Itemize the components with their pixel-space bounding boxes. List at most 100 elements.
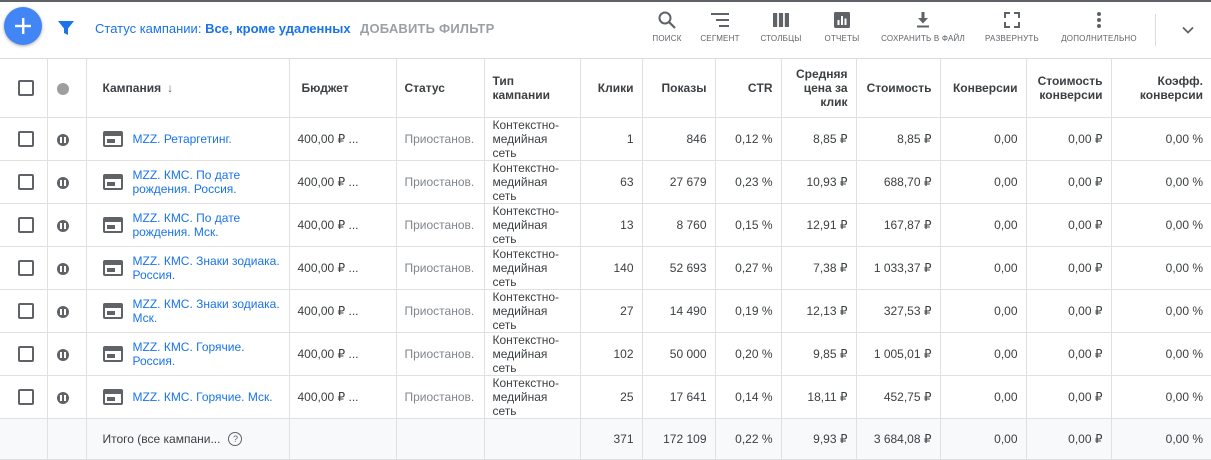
status-cell[interactable]: Приостанов.	[396, 117, 485, 161]
campaign-name-link[interactable]: MZZ. КМС. По дате рождения. Мск.	[133, 211, 281, 239]
campaign-name-link[interactable]: MZZ. КМС. По дате рождения. Россия.	[133, 168, 281, 196]
budget-cell[interactable]: 400,00 ₽ ...	[289, 375, 397, 419]
type-cell: Контекстно-медийная сеть	[484, 203, 581, 247]
select-all-cell	[0, 59, 48, 118]
reports-button-label: ОТЧЕТЫ	[824, 34, 860, 43]
impressions-cell: 846	[642, 117, 716, 161]
total-empty-cell	[289, 418, 397, 460]
row-status-cell	[47, 289, 87, 333]
row-checkbox[interactable]	[18, 346, 34, 362]
cost-per-conv-cell: 0,00 ₽	[1026, 117, 1112, 161]
status-dot-icon[interactable]	[56, 82, 69, 95]
status-cell[interactable]: Приостанов.	[396, 160, 485, 204]
paused-status-icon[interactable]	[56, 133, 69, 146]
col-type[interactable]: Тип кампании	[484, 59, 581, 118]
col-conversions[interactable]: Конверсии	[940, 59, 1027, 118]
paused-status-icon[interactable]	[56, 391, 69, 404]
reports-button[interactable]: ОТЧЕТЫ	[820, 10, 864, 52]
budget-cell[interactable]: 400,00 ₽ ...	[289, 246, 397, 290]
row-checkbox[interactable]	[18, 389, 34, 405]
ctr-cell: 0,14 %	[715, 375, 782, 419]
create-campaign-button[interactable]	[4, 7, 42, 45]
campaign-name-link[interactable]: MZZ. КМС. Знаки зодиака. Мск.	[133, 297, 281, 325]
fullscreen-button[interactable]: РАЗВЕРНУТЬ	[984, 10, 1040, 52]
col-ctr[interactable]: CTR	[715, 59, 782, 118]
total-empty-cell	[484, 418, 581, 460]
row-status-cell	[47, 117, 87, 161]
more-button[interactable]: ДОПОЛНИТЕЛЬНО	[1060, 10, 1138, 52]
budget-cell[interactable]: 400,00 ₽ ...	[289, 289, 397, 333]
col-budget[interactable]: Бюджет	[289, 59, 397, 118]
budget-cell[interactable]: 400,00 ₽ ...	[289, 203, 397, 247]
more-button-label: ДОПОЛНИТЕЛЬНО	[1061, 34, 1137, 43]
filter-value: Все, кроме удаленных	[205, 21, 351, 36]
paused-status-icon[interactable]	[56, 262, 69, 275]
cost-cell: 452,75 ₽	[856, 375, 941, 419]
row-checkbox[interactable]	[18, 174, 34, 190]
row-status-cell	[47, 246, 87, 290]
campaign-name-link[interactable]: MZZ. Ретаргетинг.	[133, 132, 232, 146]
reports-icon	[834, 12, 850, 28]
col-impressions[interactable]: Показы	[642, 59, 716, 118]
campaign-name-link[interactable]: MZZ. КМС. Горячие. Россия.	[133, 340, 281, 368]
col-status[interactable]: Статус	[396, 59, 485, 118]
col-avg-cpc[interactable]: Средняя цена за клик	[781, 59, 857, 118]
conversions-cell: 0,00	[940, 117, 1027, 161]
row-checkbox[interactable]	[18, 303, 34, 319]
campaign-status-filter[interactable]: Статус кампании: Все, кроме удаленных	[95, 21, 351, 36]
add-filter-button[interactable]: ДОБАВИТЬ ФИЛЬТР	[360, 21, 494, 36]
row-checkbox[interactable]	[18, 217, 34, 233]
row-status-cell	[47, 332, 87, 376]
search-button-label: ПОИСК	[652, 34, 682, 43]
paused-status-icon[interactable]	[56, 348, 69, 361]
row-select-cell	[0, 246, 48, 290]
select-all-checkbox[interactable]	[18, 80, 34, 96]
impressions-cell: 52 693	[642, 246, 716, 290]
status-cell[interactable]: Приостанов.	[396, 375, 485, 419]
status-cell[interactable]: Приостанов.	[396, 203, 485, 247]
search-button[interactable]: ПОИСК	[648, 10, 686, 52]
clicks-cell: 140	[580, 246, 643, 290]
row-checkbox[interactable]	[18, 260, 34, 276]
columns-button[interactable]: СТОЛБЦЫ	[758, 10, 804, 52]
col-cost-per-conv[interactable]: Стоимость конверсии	[1026, 59, 1112, 118]
display-campaign-icon	[102, 174, 123, 190]
campaign-cell: MZZ. КМС. Горячие. Россия.	[86, 332, 290, 376]
col-avg-cpc-label: Средняя цена за клик	[795, 67, 848, 109]
col-campaign[interactable]: Кампания ↓	[86, 59, 290, 118]
avg-cpc-cell: 12,13 ₽	[781, 289, 857, 333]
type-cell: Контекстно-медийная сеть	[484, 117, 581, 161]
col-conv-rate[interactable]: Коэфф. конверсии	[1111, 59, 1211, 118]
conv-rate-cell: 0,00 %	[1111, 203, 1211, 247]
table-row: MZZ. КМС. Знаки зодиака. Мск. 400,00 ₽ ..…	[0, 289, 1211, 333]
paused-status-icon[interactable]	[56, 176, 69, 189]
display-campaign-icon	[102, 303, 123, 319]
campaign-name-link[interactable]: MZZ. КМС. Горячие. Мск.	[133, 390, 273, 404]
status-cell[interactable]: Приостанов.	[396, 246, 485, 290]
impressions-cell: 50 000	[642, 332, 716, 376]
more-icon	[1097, 12, 1101, 28]
download-button[interactable]: СОХРАНИТЬ В ФАЙЛ	[878, 10, 968, 52]
budget-cell[interactable]: 400,00 ₽ ...	[289, 160, 397, 204]
status-cell[interactable]: Приостанов.	[396, 289, 485, 333]
campaign-name-link[interactable]: MZZ. КМС. Знаки зодиака. Россия.	[133, 254, 281, 282]
clicks-cell: 27	[580, 289, 643, 333]
paused-status-icon[interactable]	[56, 305, 69, 318]
budget-cell[interactable]: 400,00 ₽ ...	[289, 332, 397, 376]
filter-icon[interactable]	[57, 19, 75, 37]
segment-button[interactable]: СЕГМЕНТ	[697, 10, 743, 52]
help-icon[interactable]: ?	[228, 432, 243, 447]
chevron-down-icon[interactable]	[1180, 22, 1196, 38]
col-clicks[interactable]: Клики	[580, 59, 643, 118]
cost-cell: 1 005,01 ₽	[856, 332, 941, 376]
display-campaign-icon	[102, 389, 123, 405]
col-cost[interactable]: Стоимость	[856, 59, 941, 118]
status-cell[interactable]: Приостанов.	[396, 332, 485, 376]
col-budget-label: Бюджет	[301, 81, 349, 95]
cost-per-conv-cell: 0,00 ₽	[1026, 246, 1112, 290]
budget-cell[interactable]: 400,00 ₽ ...	[289, 117, 397, 161]
row-checkbox[interactable]	[18, 131, 34, 147]
conversions-cell: 0,00	[940, 246, 1027, 290]
paused-status-icon[interactable]	[56, 219, 69, 232]
download-button-label: СОХРАНИТЬ В ФАЙЛ	[881, 34, 965, 43]
